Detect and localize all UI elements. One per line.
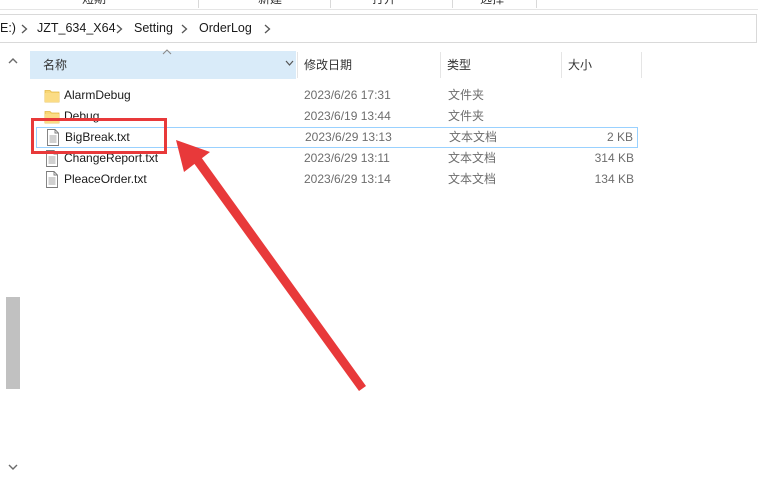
ribbon-bottom-border (0, 9, 758, 10)
text-file-icon (46, 171, 58, 188)
folder-icon (44, 111, 60, 124)
file-row-bigbreak[interactable]: BigBreak.txt 2023/6/29 13:13 文本文档 2 KB (36, 127, 638, 148)
file-date: 2023/6/26 17:31 (304, 88, 391, 102)
file-name: AlarmDebug (64, 88, 131, 102)
column-header-type[interactable]: 类型 (447, 50, 471, 80)
folder-icon (44, 90, 60, 103)
column-divider[interactable] (440, 52, 441, 78)
ribbon-strip: 短期 新建 打开 选择 (0, 0, 758, 10)
scroll-down-arrow-icon[interactable] (8, 463, 18, 471)
breadcrumb-drive[interactable]: E:) (0, 15, 16, 42)
file-row-changereport[interactable]: ChangeReport.txt 2023/6/29 13:11 文本文档 31… (36, 148, 638, 169)
breadcrumb-folder-2[interactable]: Setting (134, 15, 173, 42)
ribbon-divider (198, 0, 199, 8)
file-type: 文本文档 (449, 130, 498, 144)
file-row-debug[interactable]: Debug 2023/6/19 13:44 文件夹 (36, 106, 638, 127)
file-type: 文本文档 (448, 151, 497, 165)
file-name: BigBreak.txt (65, 130, 130, 144)
column-divider[interactable] (297, 52, 298, 78)
scroll-up-arrow-icon[interactable] (8, 57, 18, 65)
file-date: 2023/6/19 13:44 (304, 109, 391, 123)
file-name: ChangeReport.txt (64, 151, 159, 165)
chevron-right-icon[interactable] (114, 15, 126, 42)
chevron-right-icon[interactable] (262, 15, 274, 42)
text-file-icon (47, 129, 59, 146)
vertical-scrollbar[interactable] (0, 47, 22, 477)
scrollbar-thumb[interactable] (6, 297, 20, 389)
address-bar[interactable]: E:) JZT_634_X64 Setting OrderLog (0, 14, 757, 43)
ribbon-item-2[interactable]: 新建 (258, 0, 282, 7)
chevron-right-icon[interactable] (19, 15, 31, 42)
column-header-name[interactable]: 名称 (43, 50, 67, 80)
ribbon-divider (452, 0, 453, 8)
file-type: 文件夹 (448, 88, 485, 102)
ribbon-item-3[interactable]: 打开 (372, 0, 396, 7)
file-size: 134 KB (594, 172, 634, 186)
file-type: 文件夹 (448, 109, 485, 123)
file-date: 2023/6/29 13:11 (304, 151, 390, 165)
file-name: Debug (64, 109, 100, 123)
sort-ascending-icon (162, 49, 172, 55)
chevron-down-icon[interactable] (285, 60, 294, 66)
breadcrumb-folder-1[interactable]: JZT_634_X64 (37, 15, 116, 42)
chevron-right-icon[interactable] (179, 15, 191, 42)
column-divider[interactable] (641, 52, 642, 78)
file-size: 314 KB (594, 151, 634, 165)
file-row-alarmdebug[interactable]: AlarmDebug 2023/6/26 17:31 文件夹 (36, 85, 638, 106)
file-date: 2023/6/29 13:13 (305, 130, 392, 144)
name-column-header-highlight (30, 51, 296, 79)
file-type: 文本文档 (448, 172, 497, 186)
text-file-icon (46, 150, 58, 167)
file-size: 2 KB (606, 130, 633, 144)
ribbon-divider (330, 0, 331, 8)
file-row-pleaceorder[interactable]: PleaceOrder.txt 2023/6/29 13:14 文本文档 134… (36, 169, 638, 190)
file-date: 2023/6/29 13:14 (304, 172, 391, 186)
column-divider[interactable] (561, 52, 562, 78)
ribbon-divider (536, 0, 537, 8)
breadcrumb-folder-3[interactable]: OrderLog (199, 15, 252, 42)
ribbon-item-1[interactable]: 短期 (82, 0, 106, 7)
column-header-size[interactable]: 大小 (568, 50, 592, 80)
file-name: PleaceOrder.txt (64, 172, 147, 186)
column-header-date[interactable]: 修改日期 (304, 50, 352, 80)
file-explorer-window: 短期 新建 打开 选择 E:) JZT_634_X64 Setting Orde… (0, 0, 758, 477)
ribbon-item-4[interactable]: 选择 (480, 0, 504, 7)
